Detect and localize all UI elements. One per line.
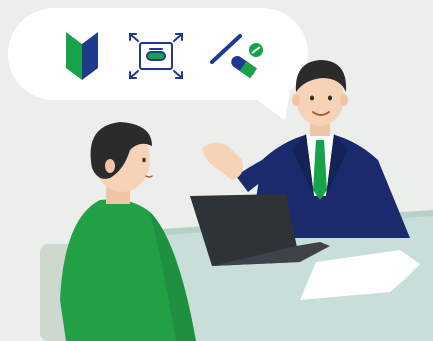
consultation-illustration: [0, 0, 433, 341]
